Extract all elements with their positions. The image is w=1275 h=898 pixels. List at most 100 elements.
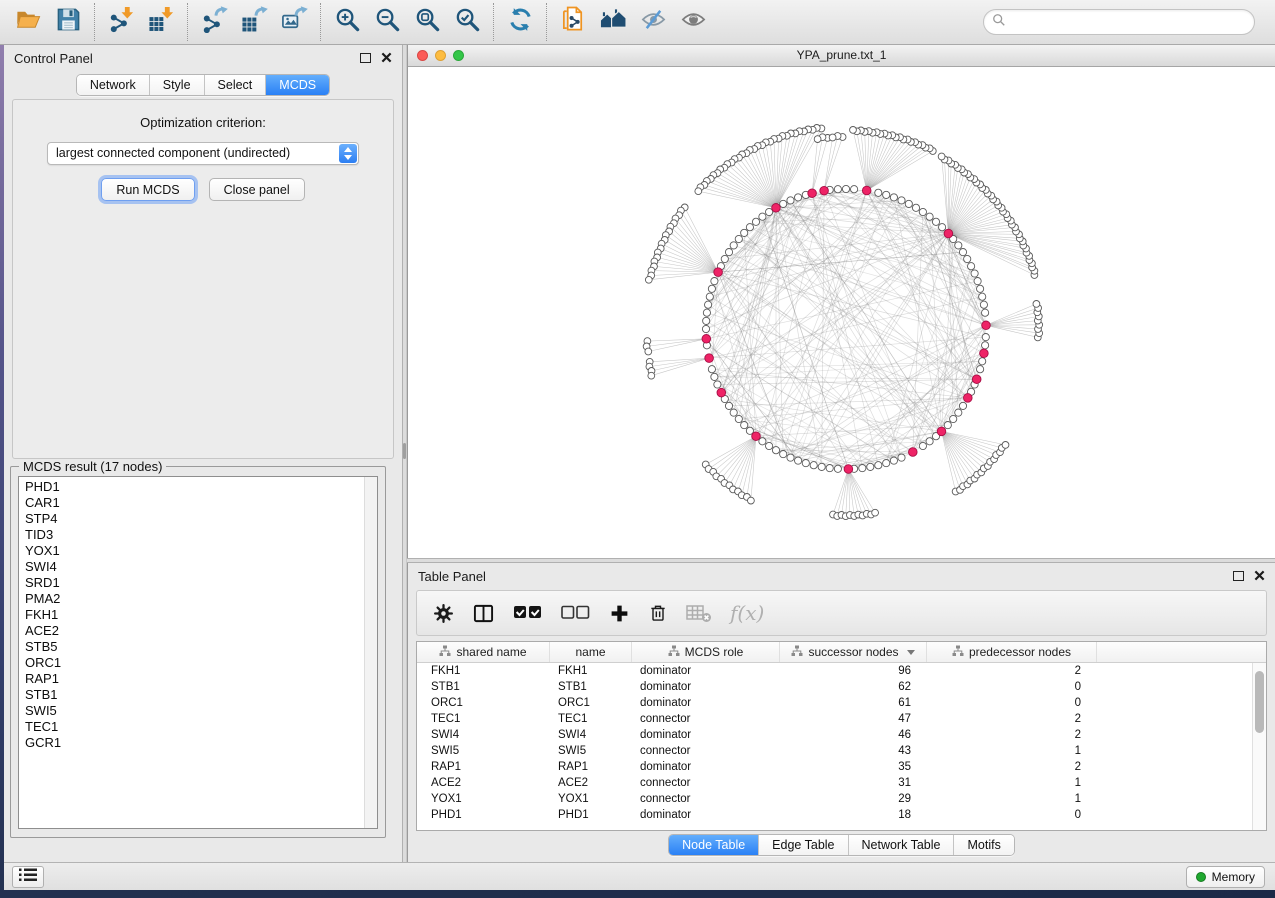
- network-node[interactable]: [730, 409, 737, 416]
- tab-motifs[interactable]: Motifs: [954, 835, 1013, 855]
- network-node[interactable]: [834, 465, 841, 472]
- split-column-button[interactable]: [472, 603, 495, 624]
- mcds-result-item[interactable]: SWI4: [19, 559, 363, 575]
- run-mcds-button[interactable]: Run MCDS: [101, 178, 194, 201]
- table-cell[interactable]: 47: [780, 711, 927, 727]
- network-node[interactable]: [706, 293, 713, 300]
- refresh-button[interactable]: [500, 2, 540, 42]
- network-node[interactable]: [959, 249, 966, 256]
- table-row[interactable]: YOX1YOX1connector291: [417, 791, 1266, 807]
- network-node[interactable]: [708, 366, 715, 373]
- table-cell[interactable]: 0: [927, 679, 1097, 695]
- list-scrollbar[interactable]: [364, 477, 377, 828]
- network-node[interactable]: [741, 229, 748, 236]
- minimize-window-button[interactable]: [435, 50, 446, 61]
- table-cell[interactable]: dominator: [632, 663, 780, 679]
- network-node[interactable]: [1002, 442, 1009, 449]
- table-cell[interactable]: dominator: [632, 679, 780, 695]
- mcds-result-item[interactable]: TID3: [19, 527, 363, 543]
- table-cell[interactable]: SWI5: [417, 743, 550, 759]
- network-node[interactable]: [982, 309, 989, 316]
- network-node[interactable]: [862, 186, 871, 195]
- table-cell[interactable]: connector: [632, 743, 780, 759]
- table-row[interactable]: PHD1PHD1dominator180: [417, 807, 1266, 823]
- network-node[interactable]: [890, 457, 897, 464]
- network-node[interactable]: [898, 454, 905, 461]
- network-node[interactable]: [795, 194, 802, 201]
- mcds-result-item[interactable]: GCR1: [19, 735, 363, 751]
- export-network-button[interactable]: [194, 2, 234, 42]
- network-node[interactable]: [711, 278, 718, 285]
- save-session-button[interactable]: [48, 2, 88, 42]
- network-node[interactable]: [695, 188, 702, 195]
- memory-button[interactable]: Memory: [1186, 866, 1265, 888]
- network-node[interactable]: [703, 317, 710, 324]
- network-node[interactable]: [1033, 301, 1040, 308]
- table-row[interactable]: SWI4SWI4dominator462: [417, 727, 1266, 743]
- network-node[interactable]: [780, 451, 787, 458]
- network-node[interactable]: [982, 334, 989, 341]
- mcds-result-list[interactable]: PHD1CAR1STP4TID3YOX1SWI4SRD1PMA2FKH1ACE2…: [18, 476, 378, 829]
- settings-gear-button[interactable]: [433, 603, 454, 624]
- table-cell[interactable]: 62: [780, 679, 927, 695]
- deselect-all-columns-button[interactable]: [561, 602, 591, 624]
- network-node[interactable]: [937, 427, 946, 436]
- table-cell[interactable]: 29: [780, 791, 927, 807]
- network-canvas[interactable]: [408, 67, 1275, 558]
- table-cell[interactable]: 2: [927, 759, 1097, 775]
- mcds-result-item[interactable]: STB1: [19, 687, 363, 703]
- table-row[interactable]: TEC1TEC1connector472: [417, 711, 1266, 727]
- network-node[interactable]: [890, 194, 897, 201]
- network-node[interactable]: [703, 309, 710, 316]
- table-cell[interactable]: YOX1: [417, 791, 550, 807]
- mcds-result-item[interactable]: FKH1: [19, 607, 363, 623]
- table-cell[interactable]: ORC1: [417, 695, 550, 711]
- network-node[interactable]: [787, 197, 794, 204]
- network-node[interactable]: [748, 497, 755, 504]
- network-node[interactable]: [725, 249, 732, 256]
- mcds-result-item[interactable]: SRD1: [19, 575, 363, 591]
- optimization-select[interactable]: largest connected component (undirected): [47, 142, 359, 165]
- table-cell[interactable]: connector: [632, 775, 780, 791]
- mcds-result-item[interactable]: STP4: [19, 511, 363, 527]
- network-node[interactable]: [944, 229, 953, 238]
- network-node[interactable]: [964, 255, 971, 262]
- mcds-result-item[interactable]: STB5: [19, 639, 363, 655]
- network-node[interactable]: [730, 242, 737, 249]
- mcds-result-item[interactable]: YOX1: [19, 543, 363, 559]
- network-node[interactable]: [971, 270, 978, 277]
- network-node[interactable]: [741, 422, 748, 429]
- network-node[interactable]: [711, 373, 718, 380]
- network-node[interactable]: [982, 321, 991, 330]
- table-cell[interactable]: RAP1: [550, 759, 632, 775]
- table-cell[interactable]: 2: [927, 663, 1097, 679]
- table-cell[interactable]: dominator: [632, 695, 780, 711]
- network-node[interactable]: [844, 465, 853, 474]
- table-cell[interactable]: STB1: [550, 679, 632, 695]
- network-node[interactable]: [932, 218, 939, 225]
- table-scrollbar-thumb[interactable]: [1255, 671, 1264, 733]
- network-node[interactable]: [919, 208, 926, 215]
- search-box[interactable]: [983, 9, 1255, 35]
- table-row[interactable]: STB1STB1dominator620: [417, 679, 1266, 695]
- network-node[interactable]: [702, 335, 711, 344]
- network-node[interactable]: [939, 224, 946, 231]
- zoom-window-button[interactable]: [453, 50, 464, 61]
- close-panel-button[interactable]: [381, 52, 392, 63]
- network-node[interactable]: [772, 447, 779, 454]
- network-node[interactable]: [752, 432, 761, 441]
- table-cell[interactable]: 0: [927, 807, 1097, 823]
- table-cell[interactable]: 1: [927, 775, 1097, 791]
- show-panel-button[interactable]: [673, 2, 713, 42]
- table-cell[interactable]: 46: [780, 727, 927, 743]
- zoom-out-button[interactable]: [367, 2, 407, 42]
- network-node[interactable]: [717, 388, 726, 397]
- network-node[interactable]: [787, 454, 794, 461]
- tab-mcds[interactable]: MCDS: [266, 75, 329, 95]
- network-node[interactable]: [982, 342, 989, 349]
- table-cell[interactable]: SWI4: [550, 727, 632, 743]
- table-cell[interactable]: RAP1: [417, 759, 550, 775]
- network-node[interactable]: [851, 186, 858, 193]
- function-builder-button[interactable]: f(x): [730, 601, 764, 625]
- tab-node-table[interactable]: Node Table: [669, 835, 759, 855]
